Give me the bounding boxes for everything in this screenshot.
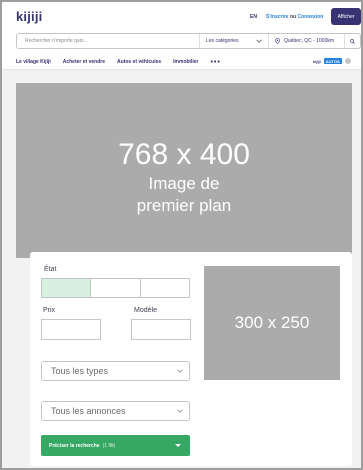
types-select-value: Tous les types: [51, 366, 109, 376]
category-select-value: Les catégories: [206, 38, 239, 44]
chevron-down-icon: [177, 369, 183, 373]
register-link[interactable]: S'inscrire: [266, 14, 289, 20]
autos-tag: AUTOS: [323, 58, 342, 64]
state-option-2[interactable]: [91, 279, 141, 297]
location-select[interactable]: Québec, QC - 1000km: [268, 34, 344, 48]
site-header: kijiji EN S'inscrire ou Connexion Affich…: [2, 2, 361, 70]
auth-links: S'inscrire ou Connexion: [266, 14, 323, 20]
language-toggle[interactable]: EN: [250, 14, 257, 20]
post-ad-button[interactable]: Afficher: [331, 8, 361, 25]
location-select-value: Québec, QC - 1000km: [284, 38, 335, 44]
refine-filter-count: (1 filt): [102, 442, 116, 449]
hero-caption: Image de premier plan: [136, 174, 232, 215]
autos-brand: kijiji: [313, 58, 321, 64]
refine-button-text: Préciser la recherche: [49, 442, 100, 449]
nav-item-autos[interactable]: Autos et véhicules: [117, 59, 161, 65]
search-bar: Les catégories Québec, QC - 1000km: [16, 33, 361, 49]
price-input[interactable]: [41, 319, 101, 340]
ads-select[interactable]: Tous les annonces: [41, 401, 190, 421]
nav-item-buy-sell[interactable]: Acheter et vendre: [63, 59, 105, 65]
caret-down-icon: [175, 444, 181, 447]
location-pin-icon: [275, 38, 280, 44]
state-option-3[interactable]: [141, 279, 189, 297]
or-text: ou: [289, 14, 297, 20]
nav-item-real-estate[interactable]: Immobilier: [173, 59, 198, 65]
kijiji-autos-link[interactable]: kijiji AUTOS: [313, 58, 351, 64]
chevron-down-icon: [256, 39, 262, 43]
page-frame: kijiji EN S'inscrire ou Connexion Affich…: [0, 0, 363, 470]
refine-button-label: Préciser la recherche (1 filt): [49, 443, 115, 449]
autos-toggle-icon: [344, 58, 351, 64]
filter-card: État Prix Modèle Tous les types Tous les…: [30, 252, 352, 466]
category-select[interactable]: Les catégories: [199, 34, 268, 48]
main-nav: Le village Kijiji Acheter et vendre Auto…: [16, 57, 221, 67]
hero-size-label: 768 x 400: [118, 138, 250, 171]
search-icon: [350, 38, 355, 44]
refine-search-button[interactable]: Préciser la recherche (1 filt): [41, 435, 190, 456]
state-label: État: [44, 266, 57, 273]
price-label: Prix: [43, 307, 56, 314]
model-input[interactable]: [131, 319, 191, 340]
login-link[interactable]: Connexion: [297, 14, 323, 20]
search-button[interactable]: [344, 34, 360, 48]
nav-item-village[interactable]: Le village Kijiji: [16, 59, 51, 65]
nav-more-button[interactable]: •••: [210, 59, 220, 66]
ads-select-value: Tous les annonces: [51, 406, 126, 416]
side-ad-size-label: 300 x 250: [234, 313, 310, 332]
chevron-down-icon: [177, 409, 183, 413]
side-ad-placeholder: 300 x 250: [204, 266, 340, 380]
state-option-1[interactable]: [42, 279, 92, 297]
search-input[interactable]: [17, 34, 199, 48]
kijiji-logo[interactable]: kijiji: [16, 9, 43, 24]
model-label: Modèle: [134, 307, 157, 314]
state-toggle: [41, 278, 190, 298]
hero-image-placeholder: 768 x 400 Image de premier plan: [16, 83, 352, 258]
types-select[interactable]: Tous les types: [41, 361, 190, 381]
